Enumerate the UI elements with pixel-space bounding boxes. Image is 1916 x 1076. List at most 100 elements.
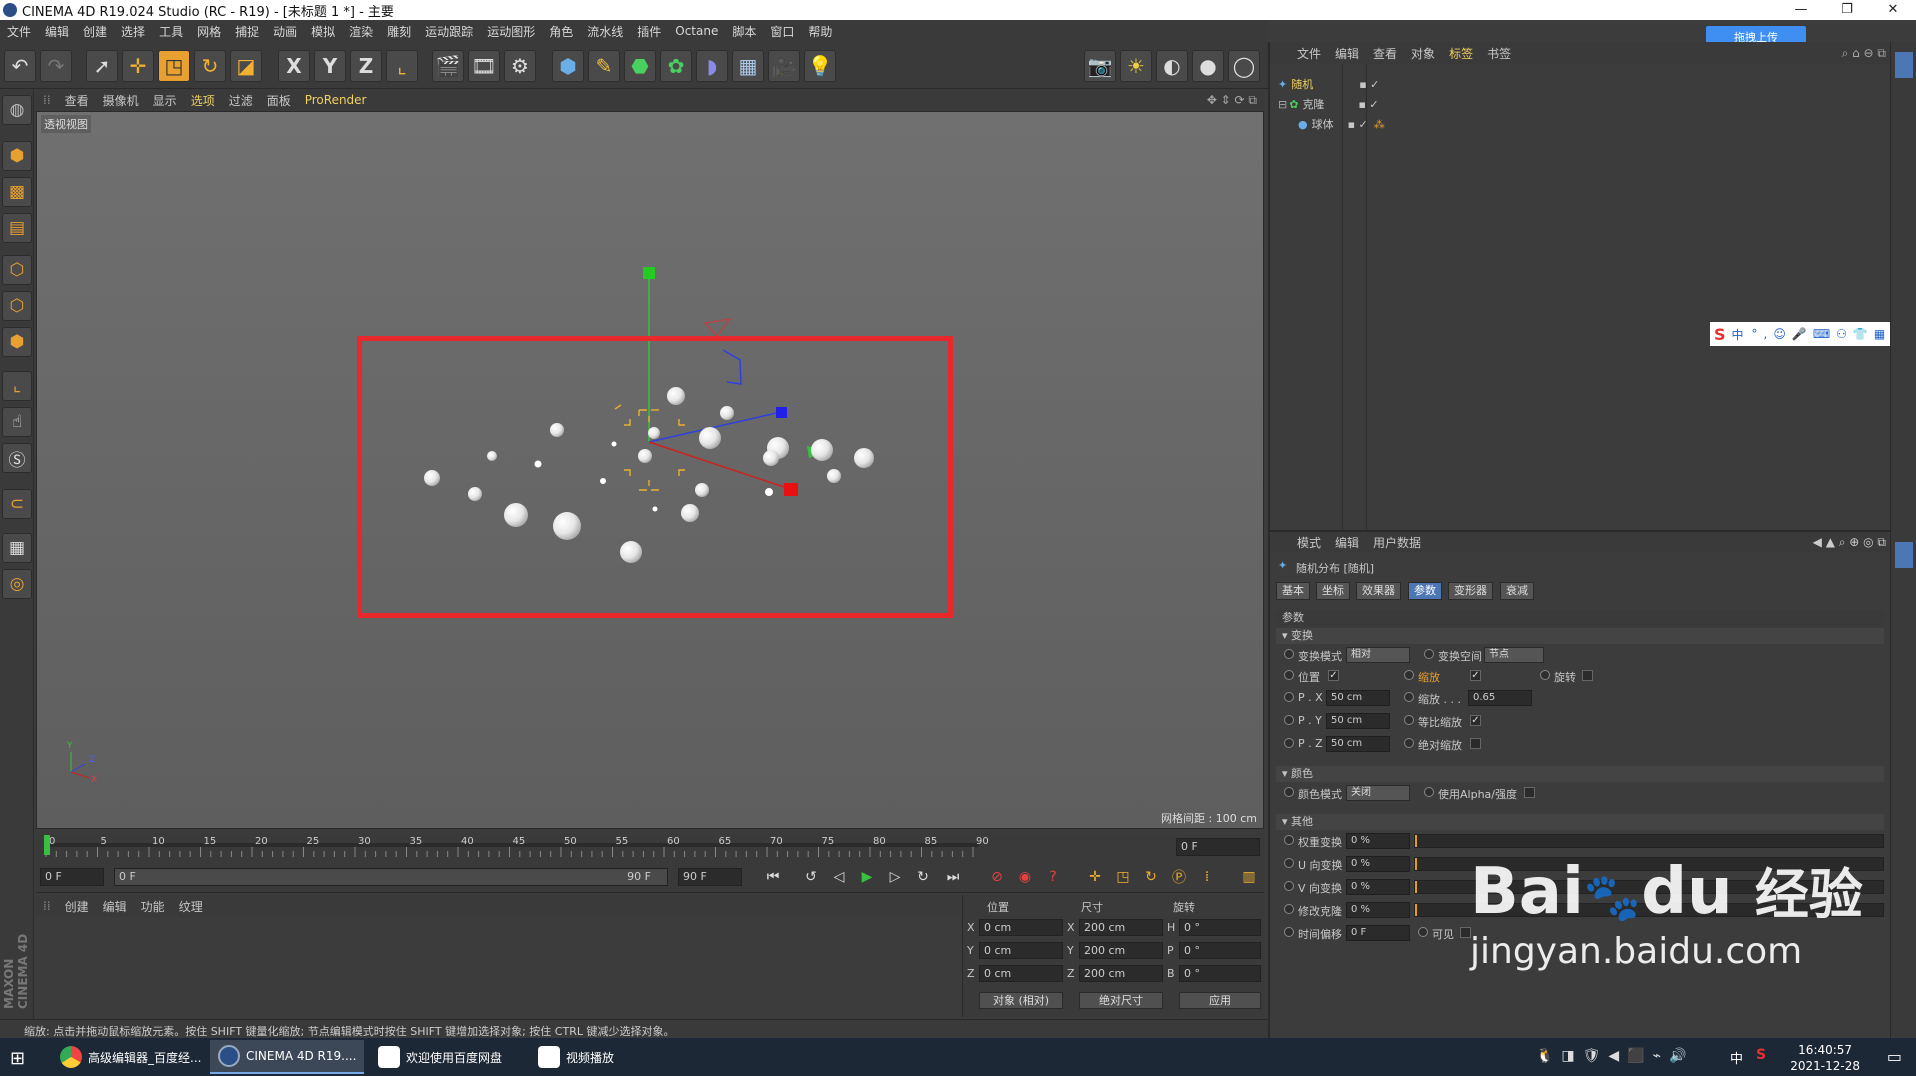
scale-checkbox[interactable]: ✓ <box>1470 670 1481 681</box>
tweak-mode-icon[interactable]: ☝ <box>2 407 32 437</box>
taskbar-video-player[interactable]: 视频播放 <box>530 1040 622 1074</box>
pos-y-field[interactable]: 0 cm <box>979 942 1063 959</box>
rot-p-field[interactable]: 0 ° <box>1179 942 1261 959</box>
previous-key-icon[interactable]: ↺ <box>800 866 822 888</box>
object-name-cloner[interactable]: 克隆 <box>1302 96 1350 112</box>
position-checkbox[interactable]: ✓ <box>1328 670 1339 681</box>
minimize-button[interactable]: — <box>1778 0 1824 20</box>
color-mode-dropdown[interactable]: 关闭 <box>1346 785 1410 801</box>
weight-slider[interactable] <box>1414 834 1884 848</box>
octane-sphere-icon[interactable]: ● <box>1192 50 1224 82</box>
go-to-start-icon[interactable]: ⏮ <box>762 866 784 888</box>
color-mode-radio[interactable] <box>1284 787 1294 797</box>
snap-icon[interactable]: Ⓢ <box>2 443 32 473</box>
menu-edit[interactable]: 编辑 <box>38 23 76 40</box>
next-frame-icon[interactable]: ▷ <box>884 866 906 888</box>
scale-icon[interactable]: ◳ <box>158 50 190 82</box>
ime-language[interactable]: 中 <box>1732 326 1744 343</box>
size-y-field[interactable]: 200 cm <box>1079 942 1163 959</box>
object-row-random[interactable]: ✦ 随机 ▪ ✓ <box>1278 74 1379 94</box>
pz-radio[interactable] <box>1284 738 1294 748</box>
redo-icon[interactable]: ↷ <box>40 50 72 82</box>
deformer-icon[interactable]: ◗ <box>696 50 728 82</box>
make-editable-icon[interactable]: ◍ <box>2 95 32 125</box>
tab-effector[interactable]: 效果器 <box>1356 582 1401 600</box>
keyframe-selection-icon[interactable]: ? <box>1042 866 1064 888</box>
timeline-current-frame[interactable]: 0 F <box>1176 838 1260 856</box>
move-icon[interactable]: ✛ <box>122 50 154 82</box>
axis-mode-icon[interactable]: ⌞ <box>2 371 32 401</box>
pz-field[interactable]: 50 cm <box>1326 736 1390 752</box>
viewport-menu-prorender[interactable]: ProRender <box>298 93 374 107</box>
polygons-mode-icon[interactable]: ⬢ <box>2 327 32 357</box>
workplane-mode-icon[interactable]: ▤ <box>2 213 32 243</box>
x-axis-lock-button[interactable]: X <box>278 50 310 82</box>
menu-script[interactable]: 脚本 <box>725 23 763 40</box>
clock[interactable]: 16:40:57 2021-12-28 <box>1790 1042 1860 1074</box>
points-mode-icon[interactable]: ⬡ <box>2 255 32 285</box>
material-menu-function[interactable]: 功能 <box>134 898 172 915</box>
uniform-scale-radio[interactable] <box>1404 715 1414 725</box>
coordinate-mode-dropdown[interactable]: 对象 (相对) <box>979 992 1063 1009</box>
om-menu-tags[interactable]: 标签 <box>1442 45 1480 62</box>
use-alpha-checkbox[interactable] <box>1524 787 1535 798</box>
rotation-radio[interactable] <box>1540 670 1550 680</box>
material-menu-create[interactable]: 创建 <box>58 898 96 915</box>
am-menu-mode[interactable]: 模式 <box>1290 534 1328 551</box>
go-to-end-icon[interactable]: ⏭ <box>942 866 964 888</box>
section-transform[interactable]: ▾ 变换 <box>1276 628 1884 644</box>
viewport-menu-panel[interactable]: 面板 <box>260 92 298 109</box>
time-offset-field[interactable]: 0 F <box>1346 925 1410 941</box>
viewport-menu-filter[interactable]: 过滤 <box>222 92 260 109</box>
modify-clone-radio[interactable] <box>1284 904 1294 914</box>
om-menu-objects[interactable]: 对象 <box>1404 45 1442 62</box>
om-menu-file[interactable]: 文件 <box>1290 45 1328 62</box>
transform-space-dropdown[interactable]: 节点 <box>1484 647 1544 663</box>
magnet-icon[interactable]: ⊂ <box>2 489 32 519</box>
v-transform-radio[interactable] <box>1284 881 1294 891</box>
select-arrow-icon[interactable]: ➚ <box>86 50 118 82</box>
phong-tag-icon[interactable]: ⁂ <box>1374 118 1385 131</box>
u-transform-field[interactable]: 0 % <box>1346 856 1410 872</box>
menu-render[interactable]: 渲染 <box>342 23 380 40</box>
scale-value-field[interactable]: 0.65 <box>1468 690 1532 706</box>
tab-deformer[interactable]: 变形器 <box>1448 582 1493 600</box>
render-picture-viewer-icon[interactable]: 🎞 <box>468 50 500 82</box>
viewport-menu-display[interactable]: 显示 <box>146 92 184 109</box>
key-parameter-icon[interactable]: Ⓟ <box>1168 866 1190 888</box>
taskbar-chrome[interactable]: 高级编辑器_百度经... <box>52 1040 209 1074</box>
position-radio[interactable] <box>1284 670 1294 680</box>
play-icon[interactable]: ▶ <box>856 866 878 888</box>
menu-tools[interactable]: 工具 <box>152 23 190 40</box>
am-nav-icons[interactable]: ◀ ▲ ⌕ ⊕ ◎ ⧉ <box>1806 535 1892 550</box>
menu-pipeline[interactable]: 流水线 <box>580 23 630 40</box>
subdivision-icon[interactable]: ⬣ <box>624 50 656 82</box>
section-color[interactable]: ▾ 颜色 <box>1276 766 1884 782</box>
menu-snap[interactable]: 捕捉 <box>228 23 266 40</box>
octane-render-icon[interactable]: 📷 <box>1084 50 1116 82</box>
camera-icon[interactable]: 🎥 <box>768 50 800 82</box>
render-view-icon[interactable]: 🎬 <box>432 50 464 82</box>
ime-tool-icons[interactable]: °,☺🎤⌨⚇👕▦ <box>1752 327 1892 341</box>
system-tray-icons[interactable]: 🐧◨🛡◀⬛⌁🔊 <box>1536 1048 1695 1064</box>
use-alpha-radio[interactable] <box>1424 787 1434 797</box>
modify-clone-field[interactable]: 0 % <box>1346 902 1410 918</box>
soft-selection-icon[interactable]: ◎ <box>2 569 32 599</box>
tab-falloff[interactable]: 衰减 <box>1500 582 1534 600</box>
coordinate-system-icon[interactable]: ⌞ <box>386 50 418 82</box>
menu-select[interactable]: 选择 <box>114 23 152 40</box>
cloner-generator-icon[interactable]: ✿ <box>660 50 692 82</box>
transform-mode-radio[interactable] <box>1284 649 1294 659</box>
timeline-ruler[interactable]: 0 5 10 15 20 25 30 35 40 45 50 55 60 65 70 75 80 85 90 0 F <box>36 833 1264 861</box>
menu-mesh[interactable]: 网格 <box>190 23 228 40</box>
ime-toolbar[interactable]: S 中 °,☺🎤⌨⚇👕▦ <box>1710 322 1916 346</box>
material-menu-edit[interactable]: 编辑 <box>96 898 134 915</box>
menu-octane[interactable]: Octane <box>668 24 725 38</box>
recent-tool-icon[interactable]: ◪ <box>230 50 262 82</box>
key-point-level-icon[interactable]: ⁞ <box>1196 866 1218 888</box>
am-menu-userdata[interactable]: 用户数据 <box>1366 534 1428 551</box>
restore-button[interactable]: ❐ <box>1824 0 1870 20</box>
menu-sculpt[interactable]: 雕刻 <box>380 23 418 40</box>
viewport-menu-options[interactable]: 选项 <box>184 92 222 109</box>
edges-mode-icon[interactable]: ⬡ <box>2 291 32 321</box>
